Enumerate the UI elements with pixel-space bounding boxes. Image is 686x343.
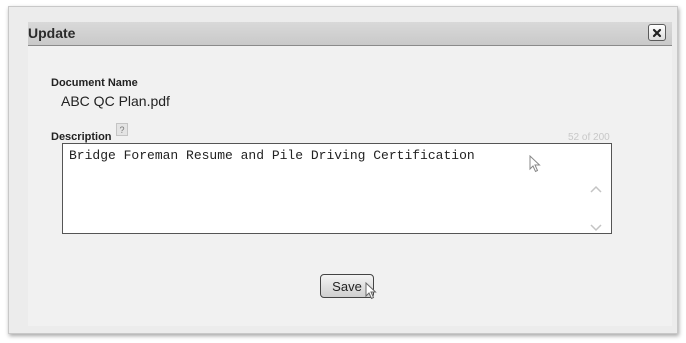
help-icon[interactable]: ? xyxy=(116,123,128,136)
close-icon xyxy=(652,28,662,38)
mouse-pointer-icon xyxy=(365,281,379,305)
scroll-down-icon[interactable] xyxy=(588,221,604,235)
document-name-value: ABC QC Plan.pdf xyxy=(61,93,170,109)
document-name-label: Document Name xyxy=(51,77,138,89)
description-text: Bridge Foreman Resume and Pile Driving C… xyxy=(69,148,475,163)
update-dialog: Update Document Name ABC QC Plan.pdf Des… xyxy=(28,22,672,326)
mouse-pointer-icon xyxy=(529,154,543,178)
dialog-titlebar: Update xyxy=(28,22,672,46)
scroll-up-icon[interactable] xyxy=(588,182,604,196)
dialog-title: Update xyxy=(28,25,76,41)
character-counter: 52 of 200 xyxy=(568,132,610,143)
description-label: Description xyxy=(51,131,112,143)
close-button[interactable] xyxy=(648,24,666,41)
